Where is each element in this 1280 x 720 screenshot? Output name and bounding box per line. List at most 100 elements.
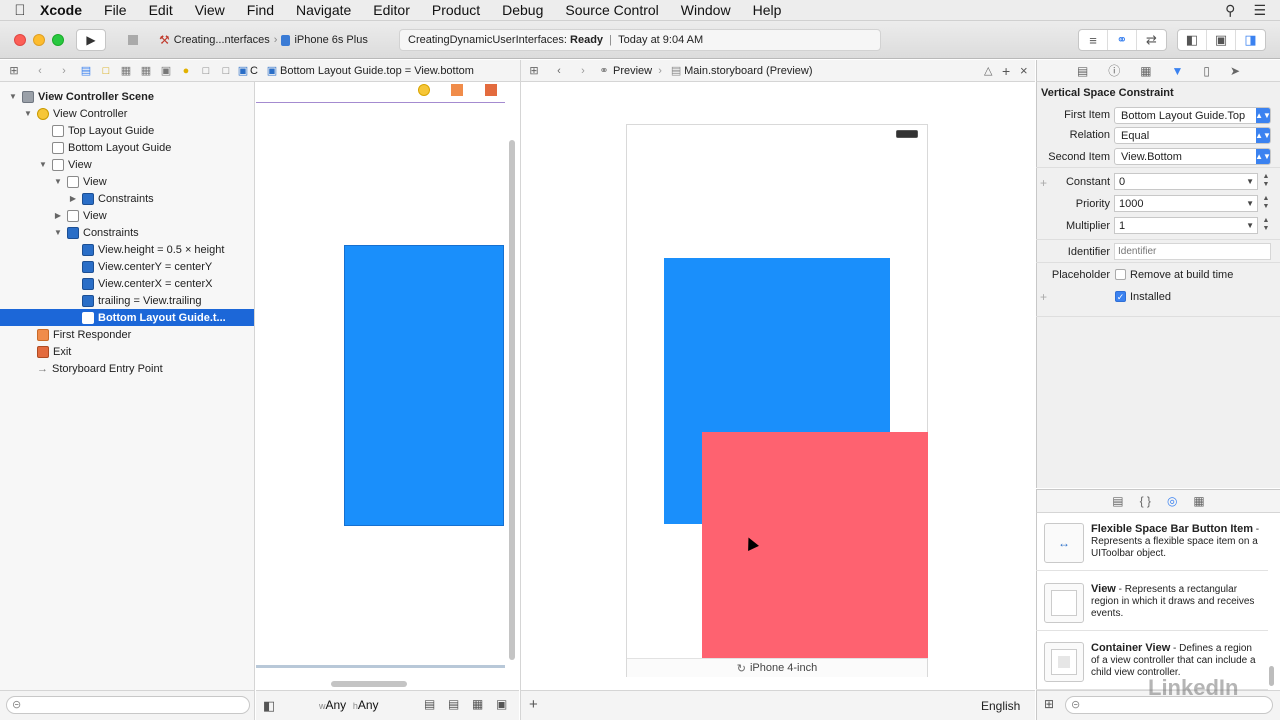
menu-help[interactable]: Help [753, 2, 782, 18]
add-variation-icon[interactable]: + [1040, 290, 1047, 304]
disclosure-closed-icon[interactable]: ▶ [68, 194, 78, 203]
preview-forward-icon[interactable]: › [571, 65, 595, 77]
close-editor-icon[interactable]: × [1020, 63, 1028, 78]
outline-row[interactable]: ▼ View [0, 173, 254, 190]
preview-language[interactable]: English [981, 699, 1020, 713]
size-class-control[interactable]: wAny hAny [319, 698, 379, 712]
pin-icon[interactable]: ▦ [472, 697, 483, 711]
outline-row[interactable]: View.centerX = centerX [0, 275, 254, 292]
back-icon[interactable]: ‹ [28, 65, 52, 77]
breadcrumb-preview[interactable]: Preview [613, 65, 652, 77]
preview-back-icon[interactable]: ‹ [547, 65, 571, 77]
standard-editor-icon[interactable]: ≡ [1079, 30, 1108, 50]
grid-icon[interactable]: ⊞ [0, 64, 28, 77]
folder-icon[interactable]: □ [96, 65, 116, 77]
disclosure-open-icon[interactable]: ▼ [53, 177, 63, 186]
view-icon[interactable]: □ [196, 65, 216, 77]
storyboard-canvas[interactable] [256, 82, 519, 690]
object-library-icon[interactable]: ◎ [1167, 494, 1177, 508]
menu-file[interactable]: File [104, 2, 127, 18]
show-outline-icon[interactable]: ◧ [263, 698, 275, 714]
relation-popup[interactable]: Equal ▲▼ [1114, 127, 1271, 144]
zoom-window-button[interactable] [52, 34, 64, 46]
outline-row[interactable]: Top Layout Guide [0, 122, 254, 139]
notification-center-icon[interactable]: ☰ [1253, 2, 1266, 19]
scene-icon[interactable]: ▣ [156, 64, 176, 77]
menu-xcode[interactable]: Xcode [40, 2, 82, 18]
constant-field[interactable]: 0 ▼ [1114, 173, 1258, 190]
scene-first-responder-icon[interactable] [451, 84, 463, 96]
outline-row[interactable]: Bottom Layout Guide [0, 139, 254, 156]
add-editor-icon[interactable]: + [1002, 63, 1010, 79]
view-icon-2[interactable]: □ [216, 65, 236, 77]
menu-find[interactable]: Find [247, 2, 274, 18]
installed-checkbox[interactable]: ✓ [1115, 291, 1126, 302]
identity-inspector-icon[interactable]: ▦ [1140, 64, 1151, 78]
size-inspector-icon[interactable]: ▯ [1203, 64, 1210, 78]
device-footer[interactable]: ↻ iPhone 4-inch [627, 658, 927, 677]
jump-truncated[interactable]: C [250, 65, 264, 77]
close-window-button[interactable] [14, 34, 26, 46]
menu-source-control[interactable]: Source Control [565, 2, 658, 18]
file-template-library-icon[interactable]: ▤ [1112, 494, 1123, 508]
outline-row[interactable]: ▶ Constraints [0, 190, 254, 207]
outline-filter-field[interactable]: ⊝ [6, 696, 250, 714]
media-library-icon[interactable]: ▦ [1193, 494, 1204, 508]
minimize-window-button[interactable] [33, 34, 45, 46]
first-item-popup[interactable]: Bottom Layout Guide.Top ▲▼ [1114, 107, 1271, 124]
multiplier-field[interactable]: 1 ▼ [1114, 217, 1258, 234]
priority-field[interactable]: 1000 ▼ [1114, 195, 1258, 212]
priority-stepper[interactable]: ▲ ▼ [1262, 195, 1270, 212]
align-icon[interactable]: ▤ [448, 697, 459, 711]
outline-row[interactable]: Exit [0, 343, 254, 360]
apple-icon[interactable]:  [0, 2, 40, 19]
resolve-issues-icon[interactable]: ▣ [496, 697, 507, 711]
outline-row[interactable]: Bottom Layout Guide.t... [0, 309, 254, 326]
menu-editor[interactable]: Editor [373, 2, 410, 18]
disclosure-open-icon[interactable]: ▼ [53, 228, 63, 237]
menu-edit[interactable]: Edit [149, 2, 173, 18]
dropdown-icon[interactable]: ▼ [1246, 177, 1254, 186]
jump-path[interactable]: Bottom Layout Guide.top = View.bottom [280, 65, 474, 77]
disclosure-closed-icon[interactable]: ▶ [53, 211, 63, 220]
rotate-icon[interactable]: ↻ [737, 662, 746, 675]
storyboard-icon[interactable]: ▦ [116, 64, 136, 77]
multiplier-stepper[interactable]: ▲ ▼ [1262, 217, 1270, 234]
outline-row[interactable]: ▼ Constraints [0, 224, 254, 241]
file-inspector-icon[interactable]: ▤ [1077, 64, 1088, 78]
dropdown-icon[interactable]: ▼ [1246, 221, 1254, 230]
menu-view[interactable]: View [195, 2, 225, 18]
spotlight-search-icon[interactable]: ⚲ [1225, 2, 1235, 19]
library-item[interactable]: ↔ Flexible Space Bar Button Item - Repre… [1036, 515, 1268, 571]
outline-row[interactable]: ▼ View Controller [0, 105, 254, 122]
remove-at-build-time-checkbox[interactable] [1115, 269, 1126, 280]
menu-debug[interactable]: Debug [502, 2, 543, 18]
code-snippet-library-icon[interactable]: { } [1140, 494, 1151, 508]
outline-row[interactable]: → Storyboard Entry Point [0, 360, 254, 377]
identifier-input[interactable] [1114, 243, 1271, 260]
menu-window[interactable]: Window [681, 2, 731, 18]
run-button[interactable]: ▶ [76, 29, 106, 51]
quick-help-icon[interactable]: ⓘ [1108, 62, 1120, 79]
constraints-icon[interactable]: ▣ [236, 64, 250, 77]
library-scrollbar[interactable] [1269, 666, 1274, 686]
related-items-icon[interactable]: ⊞ [521, 64, 547, 77]
disclosure-open-icon[interactable]: ▼ [23, 109, 33, 118]
outline-row[interactable]: ▼ View [0, 156, 254, 173]
library-item[interactable]: View - Represents a rectangular region i… [1036, 575, 1268, 631]
outline-row[interactable]: ▼ View Controller Scene [0, 88, 254, 105]
version-editor-icon[interactable]: ⇄ [1137, 30, 1166, 50]
storyboard-icon-2[interactable]: ▦ [136, 64, 156, 77]
outline-row[interactable]: View.height = 0.5 × height [0, 241, 254, 258]
outline-row[interactable]: trailing = View.trailing [0, 292, 254, 309]
forward-icon[interactable]: › [52, 65, 76, 77]
scheme-selector[interactable]: ⚒ Creating...nterfaces › iPhone 6s Plus [159, 29, 395, 51]
breadcrumb-file[interactable]: Main.storyboard (Preview) [684, 65, 812, 77]
navigator-toggle-icon[interactable]: ◧ [1178, 30, 1207, 50]
add-device-icon[interactable]: + [529, 696, 538, 713]
stop-button[interactable] [118, 29, 148, 51]
canvas-blue-view[interactable] [344, 245, 504, 526]
menu-product[interactable]: Product [432, 2, 480, 18]
scene-vc-icon[interactable] [418, 84, 430, 96]
assistant-editor-icon[interactable]: ⚭ [1108, 30, 1137, 50]
